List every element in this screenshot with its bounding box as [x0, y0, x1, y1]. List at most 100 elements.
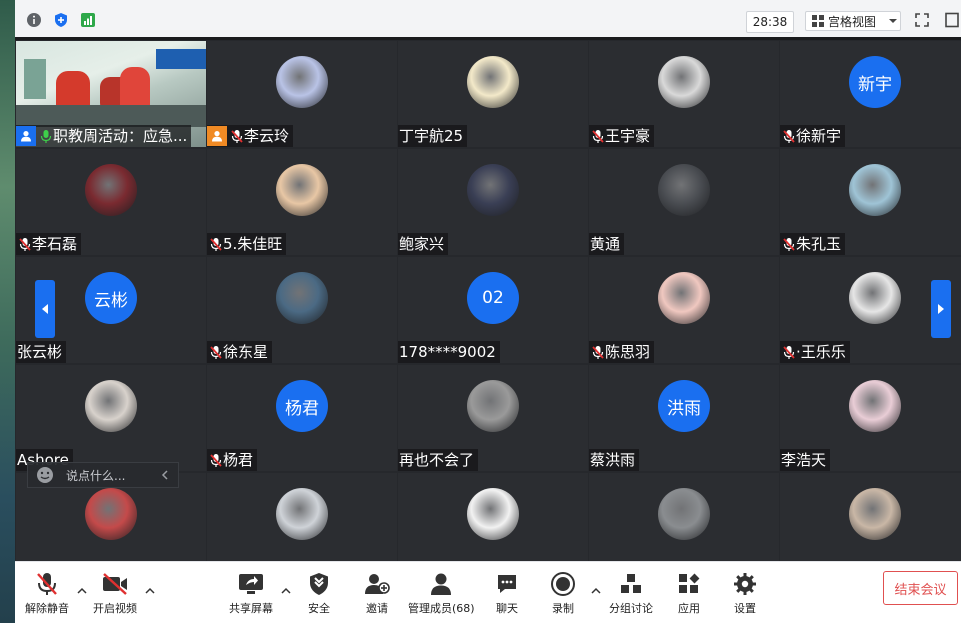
avatar	[658, 488, 710, 540]
participant-name: 李浩天	[781, 451, 827, 469]
meeting-toolbar: 解除静音 开启视频 共享屏幕 安全 邀请 管理成员(68) 聊天 录制 分组讨论…	[15, 561, 961, 623]
participant-tile[interactable]: 职教周活动：应急...	[16, 41, 206, 147]
prev-page-button[interactable]	[35, 280, 55, 338]
participant-tile[interactable]: 洪雨 蔡洪雨	[589, 365, 779, 471]
participant-name-bar: 178****9002	[398, 341, 500, 363]
participant-tile[interactable]: 朱孔玉	[780, 149, 961, 255]
audio-options-caret-icon[interactable]	[77, 586, 87, 596]
invite-label: 邀请	[366, 602, 388, 615]
info-icon[interactable]	[25, 11, 43, 29]
share-options-caret-icon[interactable]	[281, 586, 291, 596]
security-shield-icon[interactable]	[52, 11, 70, 29]
participant-tile[interactable]: 02 178****9002	[398, 257, 588, 363]
start-video-label: 开启视频	[93, 602, 137, 615]
participant-tile[interactable]: 王宇豪	[589, 41, 779, 147]
unmute-button[interactable]: 解除静音	[25, 570, 69, 616]
start-video-button[interactable]: 开启视频	[93, 570, 137, 616]
meeting-window: 28:38 宫格视图 职教周活动：应急... 李云玲 丁宇航25 王宇豪 新宇 徐新宇李石…	[15, 0, 961, 623]
participant-name: 黄通	[590, 235, 621, 253]
participant-name-bar: 徐新宇	[780, 125, 846, 147]
participant-tile[interactable]: 杨君 杨君	[207, 365, 397, 471]
desktop-background	[0, 0, 15, 623]
avatar: 02	[467, 272, 519, 324]
avatar	[849, 380, 901, 432]
participant-tile[interactable]: 5.朱佳旺	[207, 149, 397, 255]
video-off-icon	[103, 573, 127, 595]
participant-name-bar: 5.朱佳旺	[207, 233, 287, 255]
avatar	[276, 56, 328, 108]
share-screen-button[interactable]: 共享屏幕	[229, 570, 273, 616]
caret-down-icon	[889, 19, 898, 23]
video-options-caret-icon[interactable]	[145, 586, 155, 596]
avatar	[467, 488, 519, 540]
mic-muted-icon	[37, 573, 57, 595]
avatar	[849, 488, 901, 540]
participant-name: 蔡洪雨	[590, 451, 636, 469]
participant-name-bar: 黄通	[589, 233, 625, 255]
participant-name: 徐东星	[223, 343, 269, 361]
add-user-icon	[365, 574, 390, 594]
mic-muted-icon	[592, 345, 604, 359]
participant-tile[interactable]: 李云玲	[207, 41, 397, 147]
participant-tile[interactable]: Ashore	[16, 365, 206, 471]
participant-name-bar: 职教周活动：应急...	[16, 125, 192, 147]
participant-name-bar: 李石磊	[16, 233, 82, 255]
record-button[interactable]: 录制	[550, 570, 576, 616]
mic-muted-icon	[210, 453, 222, 467]
participant-tile[interactable]: 徐东星	[207, 257, 397, 363]
record-label: 录制	[552, 602, 574, 615]
participant-tile[interactable]: 黄通	[589, 149, 779, 255]
avatar	[467, 56, 519, 108]
participant-name: 王宇豪	[605, 127, 651, 145]
participant-name-bar: 王宇豪	[589, 125, 655, 147]
participant-tile[interactable]: 再也不会了	[398, 365, 588, 471]
participant-name: 徐新宇	[796, 127, 842, 145]
end-meeting-button[interactable]: 结束会议	[883, 571, 958, 605]
avatar	[849, 272, 901, 324]
participant-tile[interactable]: 陈思羽	[589, 257, 779, 363]
security-button[interactable]: 安全	[308, 570, 330, 616]
collapse-chat-icon[interactable]	[160, 469, 170, 481]
participant-tile[interactable]: 鲍家兴	[398, 149, 588, 255]
participant-name-bar: 张云彬	[16, 341, 67, 363]
meeting-timer: 28:38	[746, 11, 794, 33]
apps-label: 应用	[678, 602, 700, 615]
next-page-button[interactable]	[931, 280, 951, 338]
emoji-icon[interactable]	[36, 466, 54, 484]
chat-button[interactable]: 聊天	[495, 570, 519, 616]
fullscreen-icon[interactable]	[913, 11, 931, 29]
manage-members-button[interactable]: 管理成员(68)	[408, 570, 475, 616]
view-mode-dropdown[interactable]: 宫格视图	[805, 11, 901, 31]
participant-name-bar: 李云玲	[207, 125, 294, 147]
participant-name-bar: 陈思羽	[589, 341, 655, 363]
breakout-label: 分组讨论	[609, 602, 653, 615]
shield-icon	[310, 573, 328, 595]
user-badge-icon	[16, 126, 36, 146]
apps-button[interactable]: 应用	[677, 570, 701, 616]
participant-name: 陈思羽	[605, 343, 651, 361]
breakout-button[interactable]: 分组讨论	[609, 570, 653, 616]
participant-name-bar: 李浩天	[780, 449, 831, 471]
participant-name: 张云彬	[17, 343, 63, 361]
participant-name: 李云玲	[244, 127, 290, 145]
record-options-caret-icon[interactable]	[591, 586, 601, 596]
participant-tile[interactable]: 丁宇航25	[398, 41, 588, 147]
participant-name-bar: 杨君	[207, 449, 258, 471]
participant-name: 丁宇航25	[399, 127, 464, 145]
avatar	[849, 164, 901, 216]
participant-tile[interactable]: 新宇 徐新宇	[780, 41, 961, 147]
chat-input-bar[interactable]: 说点什么...	[27, 462, 179, 488]
avatar	[85, 164, 137, 216]
settings-button[interactable]: 设置	[733, 570, 757, 616]
participant-tile[interactable]: 李浩天	[780, 365, 961, 471]
share-screen-label: 共享屏幕	[229, 602, 273, 615]
participant-tile[interactable]: 李石磊	[16, 149, 206, 255]
participant-name: 5.朱佳旺	[223, 235, 283, 253]
window-icon[interactable]	[943, 11, 961, 29]
signal-icon[interactable]	[79, 11, 97, 29]
invite-button[interactable]: 邀请	[364, 570, 390, 616]
unmute-label: 解除静音	[25, 602, 69, 615]
participant-name: 职教周活动：应急...	[53, 127, 188, 145]
manage-members-label: 管理成员(68)	[408, 602, 475, 615]
view-mode-label: 宫格视图	[828, 14, 877, 29]
